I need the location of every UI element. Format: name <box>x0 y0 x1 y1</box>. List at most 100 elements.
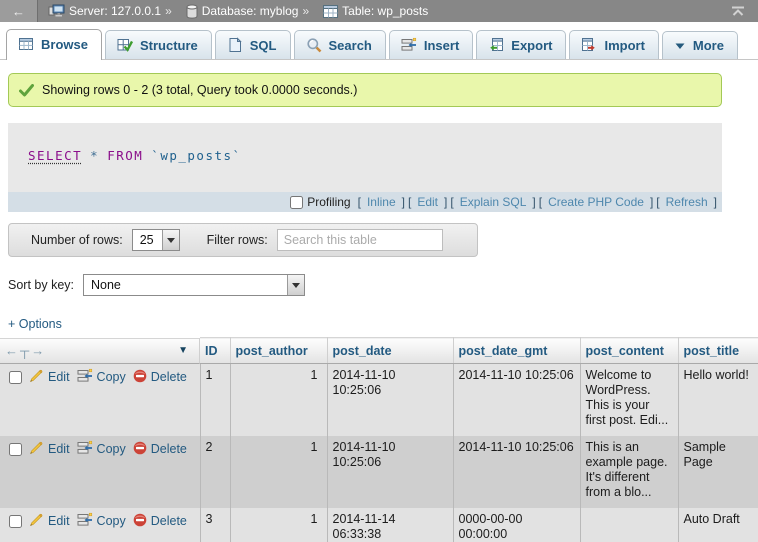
column-header-post-content[interactable]: post_content <box>580 338 678 364</box>
import-icon <box>581 37 597 53</box>
rows-label: Number of rows: <box>31 233 123 247</box>
cell-id: 2 <box>200 436 230 508</box>
column-header-post-author[interactable]: post_author <box>230 338 327 364</box>
inline-link[interactable]: Inline <box>367 195 396 209</box>
column-nav-icon[interactable]: ←┬→ <box>5 343 46 358</box>
delete-link[interactable]: Delete <box>151 442 187 457</box>
rows-per-page-value: 25 <box>133 230 162 250</box>
tab-more[interactable]: More <box>662 31 738 59</box>
bracket: [ <box>408 195 411 209</box>
structure-icon <box>117 37 133 53</box>
filter-rows-input[interactable] <box>277 229 443 251</box>
delete-link[interactable]: Delete <box>151 370 187 385</box>
copy-icon <box>77 440 93 460</box>
copy-link[interactable]: Copy <box>97 442 126 457</box>
table-row: Edit Copy Delete 3 1 2014-11-14 06:33:38… <box>0 508 758 542</box>
bracket: [ <box>450 195 453 209</box>
delete-icon <box>133 369 147 387</box>
tab-label: More <box>693 38 724 53</box>
arrow-left-icon: ← <box>12 4 25 19</box>
with-selected-dropdown-icon[interactable]: ▼ <box>178 345 194 356</box>
database-icon <box>186 4 198 19</box>
tab-sql[interactable]: SQL <box>215 30 291 59</box>
profiling-label: Profiling <box>307 195 350 209</box>
row-checkbox[interactable] <box>9 371 22 384</box>
cell-post-author: 1 <box>230 508 327 542</box>
column-header-post-title[interactable]: post_title <box>678 338 758 364</box>
browse-table-icon <box>18 36 34 52</box>
explain-sql-link[interactable]: Explain SQL <box>460 195 527 209</box>
status-message: Showing rows 0 - 2 (3 total, Query took … <box>8 73 722 107</box>
create-php-code-link[interactable]: Create PHP Code <box>548 195 644 209</box>
sort-controls: Sort by key: None <box>8 274 758 296</box>
row-checkbox[interactable] <box>9 515 22 528</box>
chevron-down-icon <box>162 230 179 250</box>
edit-link[interactable]: Edit <box>48 442 70 457</box>
main-content: Showing rows 0 - 2 (3 total, Query took … <box>0 60 758 542</box>
rows-per-page-select[interactable]: 25 <box>132 229 180 251</box>
row-checkbox[interactable] <box>9 443 22 456</box>
tab-structure[interactable]: Structure <box>105 30 212 59</box>
breadcrumb-table[interactable]: Table: wp_posts <box>342 4 428 18</box>
cell-post-author: 1 <box>230 436 327 508</box>
cell-post-title: Hello world! <box>678 364 758 436</box>
sort-by-key-select[interactable]: None <box>83 274 305 296</box>
edit-link[interactable]: Edit <box>48 370 70 385</box>
tab-label: Import <box>604 38 644 53</box>
profiling-checkbox[interactable] <box>290 196 303 209</box>
tab-export[interactable]: Export <box>476 30 566 59</box>
tab-browse[interactable]: Browse <box>6 29 102 60</box>
collapse-panel-icon[interactable] <box>730 6 746 17</box>
tab-insert[interactable]: Insert <box>389 30 473 59</box>
cell-post-date-gmt: 2014-11-10 10:25:06 <box>453 364 580 436</box>
cell-post-date-gmt: 2014-11-10 10:25:06 <box>453 436 580 508</box>
sql-operator: * <box>90 148 99 163</box>
sql-keyword: FROM <box>107 148 143 163</box>
options-toggle[interactable]: + Options <box>8 317 62 331</box>
edit-link[interactable]: Edit <box>48 514 70 529</box>
column-header-post-date[interactable]: post_date <box>327 338 453 364</box>
results-table: ←┬→ ▼ ID post_author post_date post_date… <box>0 337 758 542</box>
column-header-id[interactable]: ID <box>200 338 230 364</box>
cell-post-date: 2014-11-14 06:33:38 <box>327 508 453 542</box>
refresh-link[interactable]: Refresh <box>666 195 708 209</box>
profiling-toggle[interactable]: Profiling <box>290 195 350 209</box>
cell-post-date-gmt: 0000-00-00 00:00:00 <box>453 508 580 542</box>
bracket: [ <box>656 195 659 209</box>
delete-link[interactable]: Delete <box>151 514 187 529</box>
copy-link[interactable]: Copy <box>97 514 126 529</box>
table-row: Edit Copy Delete 2 1 2014-11-10 10:25:06… <box>0 436 758 508</box>
tab-import[interactable]: Import <box>569 30 658 59</box>
cell-post-content <box>580 508 678 542</box>
header-row: ←┬→ ▼ ID post_author post_date post_date… <box>0 338 758 364</box>
copy-link[interactable]: Copy <box>97 370 126 385</box>
tab-label: Search <box>329 38 372 53</box>
cell-post-title: Auto Draft <box>678 508 758 542</box>
tab-search[interactable]: Search <box>294 30 386 59</box>
delete-icon <box>133 513 147 531</box>
cell-post-content: Welcome to WordPress. This is your first… <box>580 364 678 436</box>
table-icon <box>323 5 338 18</box>
tab-label: Structure <box>140 38 198 53</box>
success-check-icon <box>19 84 34 97</box>
breadcrumb-separator: » <box>165 4 172 18</box>
copy-icon <box>77 368 93 388</box>
breadcrumb-server[interactable]: Server: 127.0.0.1 <box>69 4 161 18</box>
bracket: [ <box>539 195 542 209</box>
tab-label: Browse <box>41 37 88 52</box>
bracket: ] <box>444 195 447 209</box>
breadcrumb-database[interactable]: Database: myblog <box>202 4 299 18</box>
sql-keyword[interactable]: SELECT <box>28 148 82 163</box>
bracket: [ <box>358 195 361 209</box>
cell-post-content: This is an example page. It's different … <box>580 436 678 508</box>
sql-identifier: `wp_posts` <box>151 148 241 163</box>
bracket: ] <box>402 195 405 209</box>
search-icon <box>306 37 322 53</box>
edit-pencil-icon <box>29 368 44 387</box>
bracket: ] <box>650 195 653 209</box>
edit-query-link[interactable]: Edit <box>417 195 438 209</box>
phpmyadmin-page: ← Server: 127.0.0.1 » Database: myblog »… <box>0 0 758 542</box>
back-button[interactable]: ← <box>0 0 38 22</box>
column-header-post-date-gmt[interactable]: post_date_gmt <box>453 338 580 364</box>
sort-label: Sort by key: <box>8 278 74 292</box>
